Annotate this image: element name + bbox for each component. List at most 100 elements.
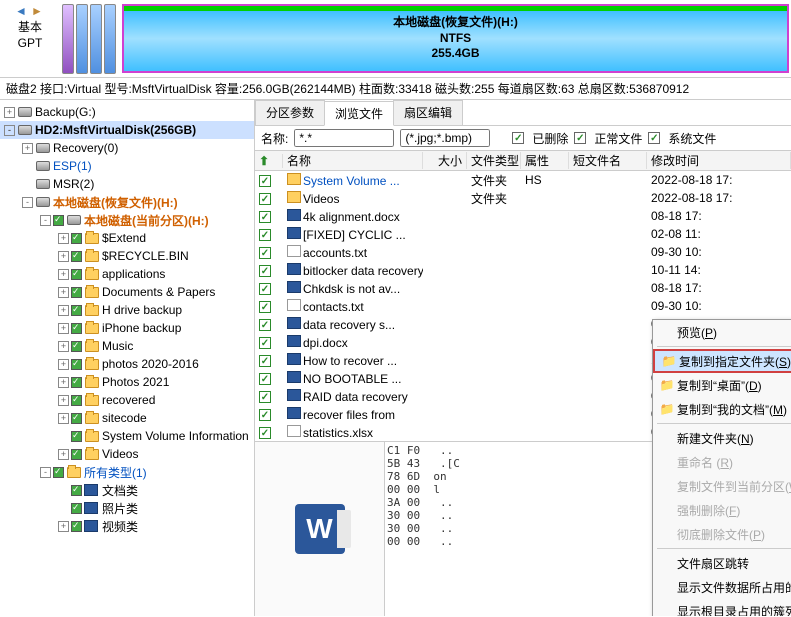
tree-checkbox[interactable] — [71, 449, 82, 460]
col-name[interactable]: 名称 — [283, 152, 423, 169]
tree-checkbox[interactable] — [71, 431, 82, 442]
tree-checkbox[interactable] — [71, 503, 82, 514]
tree-checkbox[interactable] — [71, 395, 82, 406]
tab-sector[interactable]: 扇区编辑 — [393, 100, 463, 125]
file-checkbox[interactable] — [259, 319, 271, 331]
forward-arrow-icon[interactable]: ► — [31, 4, 45, 18]
tree-item[interactable]: +applications — [0, 265, 254, 283]
tree-checkbox[interactable] — [53, 467, 64, 478]
expand-icon[interactable]: + — [58, 305, 69, 316]
file-checkbox[interactable] — [259, 247, 271, 259]
col-type[interactable]: 文件类型 — [467, 152, 521, 169]
expand-icon[interactable]: - — [40, 467, 51, 478]
col-attr[interactable]: 属性 — [521, 152, 569, 169]
file-checkbox[interactable] — [259, 391, 271, 403]
file-checkbox[interactable] — [259, 427, 271, 439]
tree-item[interactable]: +Recovery(0) — [0, 139, 254, 157]
tree-checkbox[interactable] — [71, 287, 82, 298]
col-short[interactable]: 短文件名 — [569, 152, 647, 169]
expand-icon[interactable]: + — [58, 521, 69, 532]
expand-icon[interactable] — [22, 161, 33, 172]
file-checkbox[interactable] — [259, 265, 271, 277]
file-checkbox[interactable] — [259, 355, 271, 367]
partition-bar-main[interactable]: 本地磁盘(恢复文件)(H:) NTFS 255.4GB — [122, 4, 789, 73]
directory-tree[interactable]: +Backup(G:)-HD2:MsftVirtualDisk(256GB)+R… — [0, 100, 255, 616]
expand-icon[interactable]: - — [4, 125, 15, 136]
col-mod[interactable]: 修改时间 — [647, 152, 791, 169]
ext-filter-input[interactable] — [400, 129, 490, 147]
file-row[interactable]: accounts.txt09-30 10: — [255, 243, 791, 261]
normal-checkbox[interactable] — [574, 132, 586, 144]
expand-icon[interactable]: + — [58, 359, 69, 370]
tree-item[interactable]: +sitecode — [0, 409, 254, 427]
tree-checkbox[interactable] — [71, 233, 82, 244]
tree-checkbox[interactable] — [53, 215, 64, 226]
tree-checkbox[interactable] — [71, 359, 82, 370]
tree-item[interactable]: -HD2:MsftVirtualDisk(256GB) — [0, 121, 254, 139]
name-filter-input[interactable] — [294, 129, 394, 147]
partition-bar-small[interactable] — [90, 4, 102, 74]
expand-icon[interactable] — [58, 503, 69, 514]
tree-item[interactable]: +photos 2020-2016 — [0, 355, 254, 373]
tree-item[interactable]: -本地磁盘(恢复文件)(H:) — [0, 193, 254, 211]
file-row[interactable]: [FIXED] CYCLIC ...02-08 11: — [255, 225, 791, 243]
partition-bar-small[interactable] — [76, 4, 88, 74]
tree-item[interactable]: +Music — [0, 337, 254, 355]
menu-item[interactable]: 📁复制到“我的文档”(M) — [653, 397, 791, 421]
file-checkbox[interactable] — [259, 211, 271, 223]
col-size[interactable]: 大小 — [423, 152, 467, 169]
tree-item[interactable]: System Volume Information — [0, 427, 254, 445]
partition-bar-small[interactable] — [104, 4, 116, 74]
expand-icon[interactable] — [58, 485, 69, 496]
tree-item[interactable]: MSR(2) — [0, 175, 254, 193]
expand-icon[interactable]: + — [58, 233, 69, 244]
tree-item[interactable]: +Videos — [0, 445, 254, 463]
partition-bar-small[interactable] — [62, 4, 74, 74]
file-row[interactable]: contacts.txt09-30 10: — [255, 297, 791, 315]
expand-icon[interactable]: - — [22, 197, 33, 208]
expand-icon[interactable]: + — [4, 107, 15, 118]
tree-item[interactable]: 文档类 — [0, 481, 254, 499]
tab-params[interactable]: 分区参数 — [255, 100, 325, 125]
up-icon[interactable]: ⬆ — [259, 154, 269, 168]
tree-checkbox[interactable] — [71, 251, 82, 262]
menu-item[interactable]: 显示根目录占用的簇列表 — [653, 599, 791, 616]
menu-item[interactable]: 预览(P) — [653, 320, 791, 344]
tree-checkbox[interactable] — [71, 377, 82, 388]
file-checkbox[interactable] — [259, 301, 271, 313]
expand-icon[interactable] — [58, 431, 69, 442]
expand-icon[interactable]: + — [58, 251, 69, 262]
expand-icon[interactable]: + — [58, 377, 69, 388]
deleted-checkbox[interactable] — [512, 132, 524, 144]
tree-item[interactable]: +Documents & Papers — [0, 283, 254, 301]
tree-item[interactable]: +$Extend — [0, 229, 254, 247]
file-checkbox[interactable] — [259, 283, 271, 295]
tree-item[interactable]: 照片类 — [0, 499, 254, 517]
expand-icon[interactable]: + — [58, 287, 69, 298]
back-arrow-icon[interactable]: ◄ — [15, 4, 29, 18]
tree-item[interactable]: +$RECYCLE.BIN — [0, 247, 254, 265]
tree-item[interactable]: +iPhone backup — [0, 319, 254, 337]
expand-icon[interactable]: + — [58, 269, 69, 280]
menu-item[interactable]: 📁复制到指定文件夹(S)... — [653, 349, 791, 373]
tree-checkbox[interactable] — [71, 341, 82, 352]
file-row[interactable]: System Volume ...文件夹HS2022-08-18 17: — [255, 171, 791, 189]
tree-item[interactable]: -本地磁盘(当前分区)(H:) — [0, 211, 254, 229]
file-checkbox[interactable] — [259, 193, 271, 205]
menu-item[interactable]: 显示文件数据所占用的簇列表 — [653, 575, 791, 599]
tree-checkbox[interactable] — [71, 413, 82, 424]
expand-icon[interactable] — [22, 179, 33, 190]
expand-icon[interactable]: + — [58, 323, 69, 334]
tree-checkbox[interactable] — [71, 323, 82, 334]
tree-checkbox[interactable] — [71, 521, 82, 532]
file-checkbox[interactable] — [259, 337, 271, 349]
expand-icon[interactable]: - — [40, 215, 51, 226]
file-row[interactable]: 4k alignment.docx08-18 17: — [255, 207, 791, 225]
file-row[interactable]: Chkdsk is not av...08-18 17: — [255, 279, 791, 297]
file-row[interactable]: Videos文件夹2022-08-18 17: — [255, 189, 791, 207]
tree-checkbox[interactable] — [71, 269, 82, 280]
system-checkbox[interactable] — [648, 132, 660, 144]
expand-icon[interactable]: + — [58, 413, 69, 424]
tab-browse[interactable]: 浏览文件 — [324, 101, 394, 126]
file-checkbox[interactable] — [259, 175, 271, 187]
